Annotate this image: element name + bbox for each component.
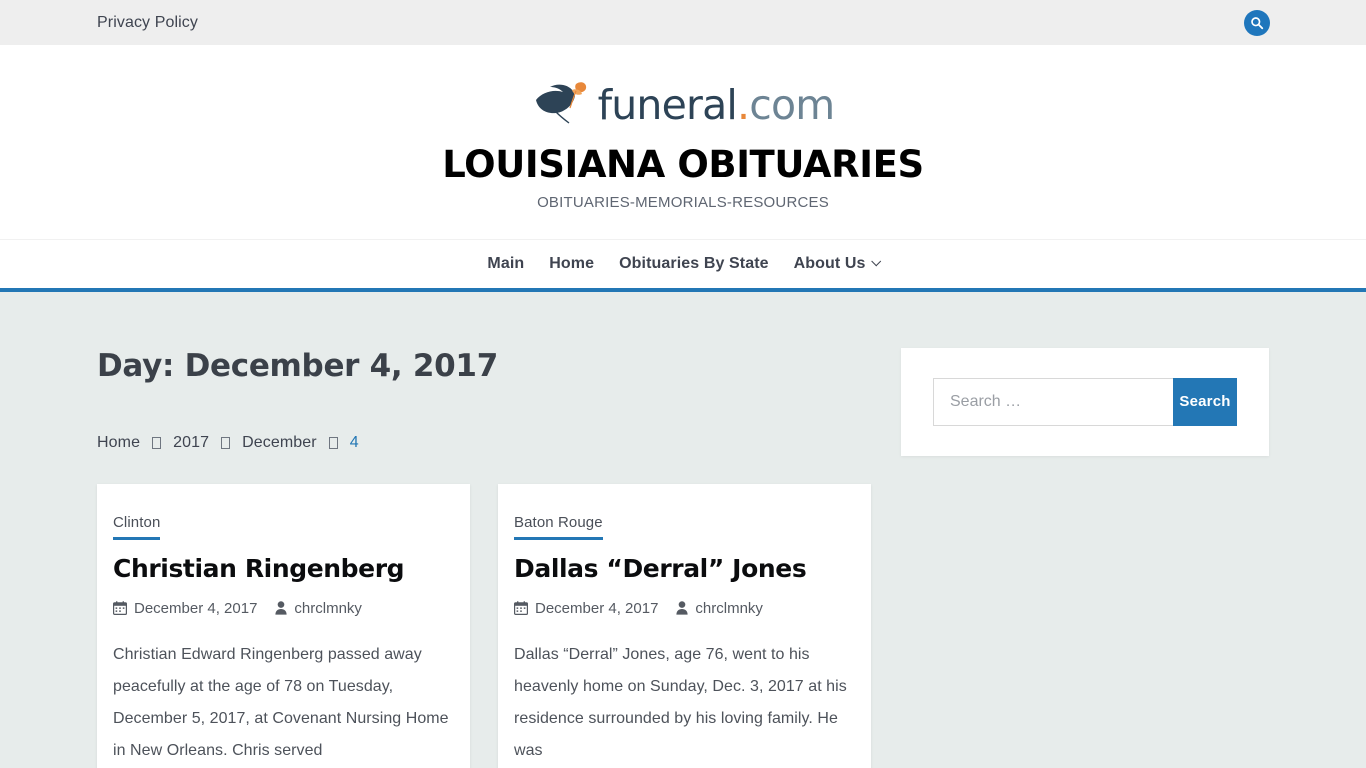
breadcrumb: Home 2017 December 4 <box>97 434 871 452</box>
nav-link-about-us[interactable]: About Us <box>793 254 881 273</box>
content-container: Day: December 4, 2017 Home 2017 December… <box>97 292 1269 768</box>
search-form: Search <box>933 377 1237 426</box>
post-author: chrclmnky <box>676 600 763 617</box>
post-date: December 4, 2017 <box>514 600 658 617</box>
post-category-wrap: Baton Rouge <box>514 514 853 540</box>
breadcrumb-item-year[interactable]: 2017 <box>173 434 209 452</box>
main-navigation: Main Home Obituaries By State About Us <box>0 239 1366 292</box>
breadcrumb-separator-icon <box>152 436 162 449</box>
user-icon <box>676 601 689 615</box>
nav-label-main: Main <box>487 254 525 272</box>
user-icon <box>275 601 288 615</box>
chevron-down-icon <box>870 256 881 267</box>
post-title-link[interactable]: Christian Ringenberg <box>113 554 405 583</box>
nav-link-main[interactable]: Main <box>487 255 524 273</box>
post-author-link[interactable]: chrclmnky <box>294 600 362 617</box>
nav-label-obituaries-by-state: Obituaries By State <box>619 254 769 272</box>
post-title-link[interactable]: Dallas “Derral” Jones <box>514 554 807 583</box>
nav-item-obituaries-by-state: Obituaries By State <box>619 255 769 273</box>
post-category-wrap: Clinton <box>113 514 452 540</box>
sidebar: Search <box>901 347 1269 768</box>
search-submit-button[interactable]: Search <box>1173 377 1237 426</box>
nav-list: Main Home Obituaries By State About Us <box>487 254 881 273</box>
breadcrumb-item-month[interactable]: December <box>242 434 317 452</box>
nav-label-about-us: About Us <box>793 254 866 272</box>
post-title: Dallas “Derral” Jones <box>514 554 853 584</box>
nav-item-home: Home <box>549 255 594 273</box>
content-area: Day: December 4, 2017 Home 2017 December… <box>0 291 1366 768</box>
dove-logo-icon <box>532 78 594 133</box>
post-excerpt: Dallas “Derral” Jones, age 76, went to h… <box>514 645 847 759</box>
site-logo[interactable]: funeral.com <box>0 77 1366 133</box>
primary-column: Day: December 4, 2017 Home 2017 December… <box>97 348 871 768</box>
post-date-link[interactable]: December 4, 2017 <box>535 600 658 617</box>
post-excerpt: Christian Edward Ringenberg passed away … <box>113 645 449 759</box>
post-category-link[interactable]: Baton Rouge <box>514 514 603 540</box>
post-category-link[interactable]: Clinton <box>113 514 161 540</box>
nav-item-main: Main <box>487 255 524 273</box>
page-title[interactable]: LOUISIANA OBITUARIES <box>0 144 1366 186</box>
post-grid: Clinton Christian Ringenberg December 4,… <box>97 483 871 768</box>
breadcrumb-separator-icon <box>221 436 231 449</box>
nav-label-home: Home <box>549 254 595 272</box>
nav-item-about-us: About Us <box>793 254 881 273</box>
breadcrumb-separator-icon <box>328 436 338 449</box>
post-meta: December 4, 2017 chrclmnky <box>113 600 452 617</box>
post-date-link[interactable]: December 4, 2017 <box>134 600 257 617</box>
post-title: Christian Ringenberg <box>113 554 452 584</box>
post-card: Baton Rouge Dallas “Derral” Jones Decemb… <box>498 483 871 768</box>
search-icon <box>1250 16 1264 30</box>
logo-word-com: com <box>749 80 835 129</box>
nav-link-home[interactable]: Home <box>549 255 594 273</box>
privacy-policy-link[interactable]: Privacy Policy <box>97 14 198 32</box>
archive-page-title: Day: December 4, 2017 <box>97 347 498 384</box>
search-input[interactable] <box>933 377 1173 426</box>
logo-word-dot: . <box>737 80 750 129</box>
post-date: December 4, 2017 <box>113 600 257 617</box>
breadcrumb-item-day: 4 <box>349 433 359 451</box>
post-author-link[interactable]: chrclmnky <box>695 600 763 617</box>
calendar-icon <box>113 601 128 616</box>
search-widget: Search <box>901 347 1269 456</box>
post-author: chrclmnky <box>275 600 362 617</box>
calendar-icon <box>514 601 529 616</box>
site-tagline: OBITUARIES-MEMORIALS-RESOURCES <box>537 193 829 211</box>
post-card: Clinton Christian Ringenberg December 4,… <box>97 483 470 768</box>
search-toggle-button[interactable] <box>1244 9 1270 36</box>
top-utility-bar: Privacy Policy <box>0 0 1366 45</box>
logo-word-funeral: funeral <box>597 80 738 129</box>
post-meta: December 4, 2017 chrclmnky <box>514 600 853 617</box>
site-branding: funeral.com LOUISIANA OBITUARIES OBITUAR… <box>0 45 1366 240</box>
logo-wordmark: funeral.com <box>598 84 836 126</box>
nav-link-obituaries-by-state[interactable]: Obituaries By State <box>619 255 769 273</box>
breadcrumb-item-home[interactable]: Home <box>97 434 140 452</box>
